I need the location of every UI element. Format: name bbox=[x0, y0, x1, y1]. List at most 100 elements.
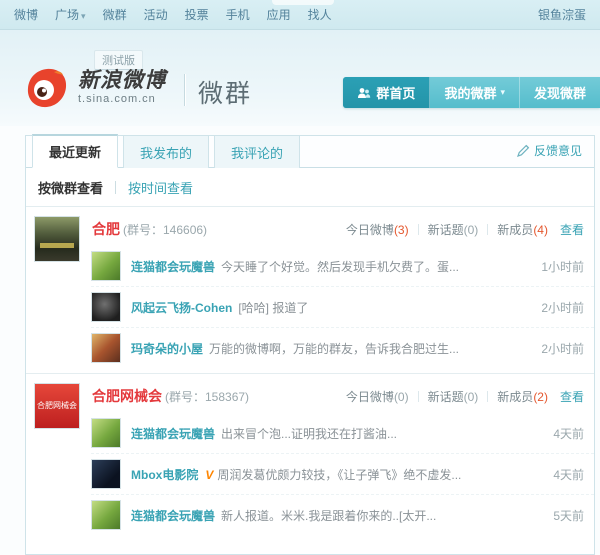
tabstrip: 最近更新 我发布的 我评论的 反馈意见 bbox=[26, 136, 594, 168]
username-link[interactable]: 风起云飞扬-Cohen bbox=[131, 301, 232, 315]
nav-group-home-label: 群首页 bbox=[376, 83, 415, 102]
topbar-link-weibo[interactable]: 微博 bbox=[14, 6, 38, 23]
nav-my-groups-label: 我的微群 bbox=[444, 83, 496, 102]
product-title: 微群 bbox=[198, 74, 252, 110]
message-row: 连猫都会玩魔兽出来冒个泡...证明我还在打酱油... 4天前 bbox=[91, 413, 594, 453]
message-text: 连猫都会玩魔兽出来冒个泡...证明我还在打酱油... bbox=[131, 425, 543, 442]
nav-group-home[interactable]: 群首页 bbox=[343, 77, 430, 108]
chevron-down-icon: ▾ bbox=[500, 87, 505, 98]
stat-topics-label: 新话题 bbox=[428, 388, 464, 405]
timestamp: 1小时前 bbox=[541, 258, 584, 275]
timestamp: 4天前 bbox=[553, 466, 584, 483]
filter-by-group[interactable]: 按微群查看 bbox=[38, 178, 103, 197]
timestamp: 4天前 bbox=[553, 425, 584, 442]
feedback-pencil-icon bbox=[517, 144, 530, 157]
message-text: Mbox电影院 V 周润发葛优颇力较技，《让子弹飞》绝不虚发... bbox=[131, 466, 543, 483]
nav-discover-groups[interactable]: 发现微群 bbox=[520, 77, 600, 108]
stat-divider bbox=[487, 224, 488, 235]
verified-badge-icon: V bbox=[205, 468, 213, 482]
message-content: 今天睡了个好觉。然后发现手机欠费了。蛋... bbox=[221, 260, 459, 274]
stat-topics-label: 新话题 bbox=[428, 221, 464, 238]
avatar[interactable] bbox=[91, 251, 121, 281]
stat-today-count: (3) bbox=[394, 223, 409, 237]
tab-recent-updates[interactable]: 最近更新 bbox=[32, 134, 118, 168]
avatar[interactable] bbox=[91, 333, 121, 363]
message-row: Mbox电影院 V 周润发葛优颇力较技，《让子弹飞》绝不虚发... 4天前 bbox=[91, 453, 594, 494]
stat-members-count: (4) bbox=[533, 223, 548, 237]
group-name-link[interactable]: 合肥网械会 bbox=[92, 386, 162, 406]
message-text: 连猫都会玩魔兽新人报道。米米.我是跟着你来的..[太开... bbox=[131, 507, 543, 524]
group-header: 合肥 (群号：146606) 今日微博(3) 新话题(0) 新成员(4) 查看 bbox=[92, 213, 594, 246]
stat-members-count: (2) bbox=[533, 390, 548, 404]
stat-topics-count: (0) bbox=[464, 390, 479, 404]
message-row: 连猫都会玩魔兽今天睡了个好觉。然后发现手机欠费了。蛋... 1小时前 bbox=[91, 246, 594, 286]
topbar-link-vote[interactable]: 投票 bbox=[185, 6, 209, 23]
avatar[interactable] bbox=[91, 500, 121, 530]
topbar-link-plaza[interactable]: 广场▾ bbox=[55, 6, 86, 23]
message-content: 新人报道。米米.我是跟着你来的..[太开... bbox=[221, 509, 436, 523]
topbar-username[interactable]: 银鱼淙蛋 bbox=[538, 6, 586, 23]
timestamp: 2小时前 bbox=[541, 340, 584, 357]
message-content: 出来冒个泡...证明我还在打酱油... bbox=[221, 427, 397, 441]
avatar[interactable] bbox=[91, 418, 121, 448]
topbar-link-find-people[interactable]: 找人 bbox=[308, 6, 332, 23]
group-home-icon bbox=[357, 87, 371, 99]
message-row: 风起云飞扬-Cohen [哈哈] 报道了 2小时前 bbox=[91, 286, 594, 327]
stat-today-count: (0) bbox=[394, 390, 409, 404]
group-nav: 群首页 我的微群 ▾ 发现微群 bbox=[343, 77, 600, 108]
filter-divider bbox=[115, 181, 116, 194]
topbar-link-activities[interactable]: 活动 bbox=[144, 6, 168, 23]
username-link[interactable]: 玛奇朵的小屋 bbox=[131, 342, 203, 356]
message-text: 玛奇朵的小屋万能的微博啊，万能的群友，告诉我合肥过生... bbox=[131, 340, 531, 357]
tab-my-posts[interactable]: 我发布的 bbox=[123, 135, 209, 168]
group-id: (群号：158367) bbox=[165, 388, 249, 405]
stat-today-label: 今日微博 bbox=[346, 388, 394, 405]
message-list: 连猫都会玩魔兽今天睡了个好觉。然后发现手机欠费了。蛋... 1小时前 风起云飞扬… bbox=[91, 246, 594, 368]
message-row: 连猫都会玩魔兽新人报道。米米.我是跟着你来的..[太开... 5天前 bbox=[91, 494, 594, 535]
group-view-link[interactable]: 查看 bbox=[560, 388, 584, 405]
message-content: [哈哈] 报道了 bbox=[238, 301, 308, 315]
message-row: 玛奇朵的小屋万能的微博啊，万能的群友，告诉我合肥过生... 2小时前 bbox=[91, 327, 594, 368]
avatar[interactable] bbox=[91, 459, 121, 489]
message-text: 风起云飞扬-Cohen [哈哈] 报道了 bbox=[131, 299, 531, 316]
feedback-link[interactable]: 反馈意见 bbox=[517, 142, 582, 167]
feedback-label: 反馈意见 bbox=[534, 142, 582, 159]
page-header: 测试版 新浪微博 t.sina.com.cn 微群 群首页 我的微群 ▾ 发现微… bbox=[0, 30, 600, 126]
stat-divider bbox=[418, 224, 419, 235]
filter-by-time[interactable]: 按时间查看 bbox=[128, 178, 193, 197]
beta-badge: 测试版 bbox=[94, 50, 143, 70]
sina-weibo-logo[interactable] bbox=[24, 66, 70, 112]
timestamp: 2小时前 bbox=[541, 299, 584, 316]
topbar-link-mobile[interactable]: 手机 bbox=[226, 6, 250, 23]
group-avatar[interactable] bbox=[34, 216, 80, 262]
message-text: 连猫都会玩魔兽今天睡了个好觉。然后发现手机欠费了。蛋... bbox=[131, 258, 531, 275]
group-section: 合肥 (群号：146606) 今日微博(3) 新话题(0) 新成员(4) 查看 … bbox=[26, 207, 594, 370]
username-link[interactable]: 连猫都会玩魔兽 bbox=[131, 509, 215, 523]
brand-name: 新浪微博 bbox=[78, 70, 166, 91]
group-view-link[interactable]: 查看 bbox=[560, 221, 584, 238]
username-link[interactable]: 连猫都会玩魔兽 bbox=[131, 260, 215, 274]
brand-block: 新浪微博 t.sina.com.cn bbox=[78, 70, 166, 105]
brand-divider bbox=[184, 74, 185, 106]
username-link[interactable]: 连猫都会玩魔兽 bbox=[131, 427, 215, 441]
avatar[interactable] bbox=[91, 292, 121, 322]
group-avatar[interactable]: 合肥网械会 bbox=[34, 383, 80, 429]
group-section: 合肥网械会 合肥网械会 (群号：158367) 今日微博(0) 新话题(0) 新… bbox=[26, 373, 594, 537]
group-stats: 今日微博(3) 新话题(0) 新成员(4) 查看 bbox=[346, 221, 584, 238]
stat-members-label: 新成员 bbox=[497, 221, 533, 238]
stat-divider bbox=[418, 391, 419, 402]
message-content: 万能的微博啊，万能的群友，告诉我合肥过生... bbox=[209, 342, 459, 356]
message-content: 周润发葛优颇力较技，《让子弹飞》绝不虚发... bbox=[217, 468, 461, 482]
message-list: 连猫都会玩魔兽出来冒个泡...证明我还在打酱油... 4天前 Mbox电影院V周… bbox=[91, 413, 594, 535]
stat-today-label: 今日微博 bbox=[346, 221, 394, 238]
tab-my-comments[interactable]: 我评论的 bbox=[214, 135, 300, 168]
topbar-link-apps[interactable]: 应用 bbox=[267, 6, 291, 23]
filterbar: 按微群查看 按时间查看 bbox=[26, 168, 594, 207]
group-stats: 今日微博(0) 新话题(0) 新成员(2) 查看 bbox=[346, 388, 584, 405]
nav-my-groups[interactable]: 我的微群 ▾ bbox=[430, 77, 520, 108]
username-link[interactable]: Mbox电影院 bbox=[131, 468, 198, 482]
topbar-link-weiqun[interactable]: 微群 bbox=[103, 6, 127, 23]
stat-divider bbox=[487, 391, 488, 402]
timestamp: 5天前 bbox=[553, 507, 584, 524]
group-name-link[interactable]: 合肥 bbox=[92, 219, 120, 239]
